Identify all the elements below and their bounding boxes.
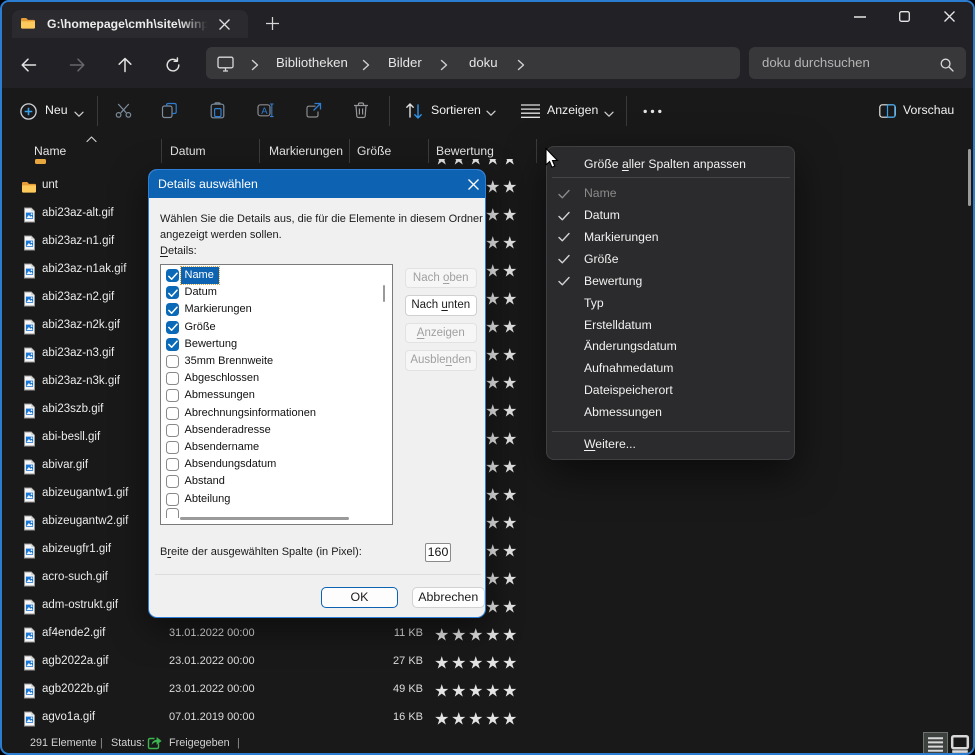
svg-text:A: A [261,106,268,117]
